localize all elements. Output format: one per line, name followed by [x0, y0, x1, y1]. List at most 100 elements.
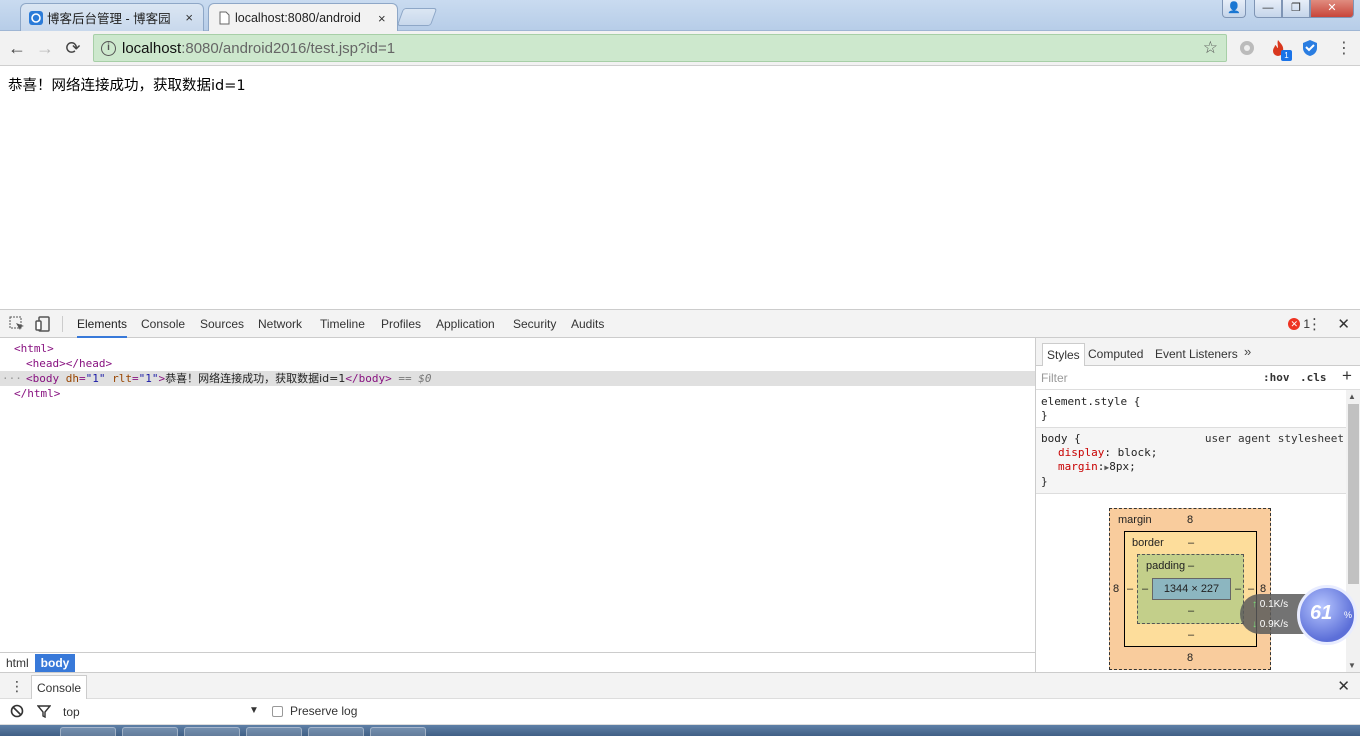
attr-value: "1"	[138, 372, 159, 385]
preserve-log-checkbox[interactable]: Preserve log	[272, 704, 357, 718]
back-arrow-icon[interactable]: ←	[5, 36, 29, 60]
property-value: block;	[1117, 446, 1158, 459]
taskbar-item[interactable]	[246, 727, 302, 736]
context-selector[interactable]: top	[63, 705, 80, 719]
border-top-value[interactable]: –	[1188, 537, 1194, 549]
border-left-value[interactable]: –	[1127, 583, 1133, 595]
padding-bottom-value[interactable]: –	[1188, 605, 1194, 617]
html-open-tag: <html>	[14, 342, 54, 355]
address-bar[interactable]: i localhost:8080/android2016/test.jsp?id…	[93, 34, 1227, 62]
tab-event-listeners[interactable]: Event Listeners	[1151, 343, 1242, 366]
taskbar-item[interactable]	[122, 727, 178, 736]
tab-elements[interactable]: Elements	[77, 310, 128, 338]
browser-tab-localhost[interactable]: localhost:8080/android ×	[208, 3, 398, 32]
url-text[interactable]: localhost:8080/android2016/test.jsp?id=1	[122, 40, 395, 57]
shield-extension-icon[interactable]	[1301, 39, 1319, 57]
tab-title: localhost:8080/android	[235, 11, 361, 25]
tab-close-icon[interactable]: ×	[185, 10, 193, 25]
dom-node-html[interactable]: <html>	[0, 341, 1035, 356]
margin-bottom-value[interactable]: 8	[1187, 652, 1193, 664]
device-toolbar-icon[interactable]	[34, 315, 52, 333]
property-value: 8px;	[1109, 460, 1136, 473]
add-rule-icon[interactable]: +	[1342, 366, 1352, 386]
tab-close-icon[interactable]: ×	[378, 11, 386, 26]
box-model-margin[interactable]: margin 8 8 8 8 border – – – – padding – …	[1109, 508, 1271, 670]
divider	[62, 316, 63, 332]
tab-title: 博客后台管理 - 博客园	[47, 12, 171, 26]
box-model-content[interactable]: 1344 × 227	[1152, 578, 1231, 600]
devtools-close-icon[interactable]: ✕	[1337, 315, 1350, 333]
reload-icon[interactable]: ⟳	[61, 36, 85, 60]
cls-toggle[interactable]: .cls	[1300, 371, 1327, 384]
browser-tab-blog-admin[interactable]: 博客后台管理 - 博客园 ×	[20, 3, 204, 31]
taskbar-item[interactable]	[60, 727, 116, 736]
scroll-down-icon[interactable]: ▼	[1348, 661, 1356, 670]
ellipsis-icon[interactable]: ···	[2, 371, 22, 386]
speed-ball-widget[interactable]: 61 %	[1297, 585, 1357, 645]
tab-audits[interactable]: Audits	[571, 310, 604, 338]
taskbar-item[interactable]	[370, 727, 426, 736]
drawer-menu-icon[interactable]: ⋮	[10, 678, 24, 695]
console-toolbar: top ▼ Preserve log	[0, 699, 1360, 725]
css-property[interactable]: display: block;	[1041, 446, 1341, 460]
scroll-up-icon[interactable]: ▲	[1348, 392, 1356, 401]
more-tabs-icon[interactable]: »	[1244, 344, 1251, 359]
checkbox[interactable]	[272, 705, 283, 717]
margin-top-value[interactable]: 8	[1187, 514, 1193, 526]
padding-label: padding	[1146, 560, 1186, 572]
padding-top-value[interactable]: –	[1188, 560, 1194, 572]
padding-left-value[interactable]: –	[1142, 583, 1148, 595]
element-style-rule[interactable]: element.style { }	[1036, 391, 1346, 428]
dom-node-head[interactable]: <head></head>	[0, 356, 1035, 371]
user-profile-icon[interactable]: 👤	[1222, 0, 1246, 18]
filter-input[interactable]: Filter	[1041, 371, 1068, 385]
drawer-tab-console[interactable]: Console	[31, 675, 88, 700]
bookmark-star-icon[interactable]: ☆	[1203, 38, 1218, 58]
tab-console[interactable]: Console	[141, 310, 185, 338]
scrollbar-thumb[interactable]	[1348, 404, 1359, 584]
browser-menu-icon[interactable]: ⋮	[1336, 38, 1352, 58]
padding-right-value[interactable]: –	[1235, 583, 1241, 595]
window-close-button[interactable]: ✕	[1310, 0, 1354, 18]
box-model-padding[interactable]: padding – – – – 1344 × 227	[1137, 554, 1244, 624]
tab-styles[interactable]: Styles	[1042, 343, 1085, 366]
dropdown-arrow-icon[interactable]: ▼	[249, 705, 259, 716]
tab-timeline[interactable]: Timeline	[320, 310, 365, 338]
filter-icon[interactable]	[37, 704, 51, 718]
border-bottom-value[interactable]: –	[1188, 629, 1194, 641]
css-property[interactable]: margin:▶8px;	[1041, 460, 1341, 475]
tab-sources[interactable]: Sources	[200, 310, 244, 338]
tab-computed[interactable]: Computed	[1084, 343, 1147, 366]
info-icon[interactable]: i	[101, 40, 116, 56]
taskbar-item[interactable]	[184, 727, 240, 736]
drawer-close-icon[interactable]: ✕	[1337, 677, 1350, 695]
dom-node-html-close[interactable]: </html>	[0, 386, 1035, 401]
attr-name: dh	[65, 372, 79, 385]
breadcrumb-body[interactable]: body	[34, 653, 76, 672]
attr-name: rlt	[112, 372, 132, 385]
clear-console-icon[interactable]	[10, 704, 24, 718]
tab-network[interactable]: Network	[258, 310, 302, 338]
tab-application[interactable]: Application	[436, 310, 495, 338]
border-label: border	[1132, 537, 1164, 549]
upload-value: 0.1K/s	[1259, 599, 1289, 610]
minimize-button[interactable]: —	[1254, 0, 1282, 18]
maximize-button[interactable]: ❐	[1282, 0, 1310, 18]
dom-node-body[interactable]: ··· <body dh="1" rlt="1">恭喜！网络连接成功，获取数据i…	[0, 371, 1035, 386]
forward-arrow-icon[interactable]: →	[33, 36, 57, 60]
styles-filter[interactable]: Filter :hov .cls +	[1036, 366, 1360, 390]
new-tab-button[interactable]	[396, 8, 438, 26]
taskbar-item[interactable]	[308, 727, 364, 736]
inspect-element-icon[interactable]	[8, 315, 26, 333]
box-model-border[interactable]: border – – – – padding – – – – 1344 × 22…	[1124, 531, 1257, 647]
tab-security[interactable]: Security	[513, 310, 556, 338]
body-ua-rule[interactable]: body { user agent stylesheet display: bl…	[1036, 428, 1346, 494]
hov-toggle[interactable]: :hov	[1263, 371, 1290, 384]
extension-gray-icon[interactable]	[1238, 39, 1256, 57]
percent-sign: %	[1344, 610, 1353, 620]
margin-left-value[interactable]: 8	[1113, 583, 1119, 595]
border-right-value[interactable]: –	[1248, 583, 1254, 595]
devtools-menu-icon[interactable]: ⋮	[1307, 315, 1322, 333]
breadcrumb-html[interactable]: html	[0, 654, 35, 672]
tab-profiles[interactable]: Profiles	[381, 310, 421, 338]
